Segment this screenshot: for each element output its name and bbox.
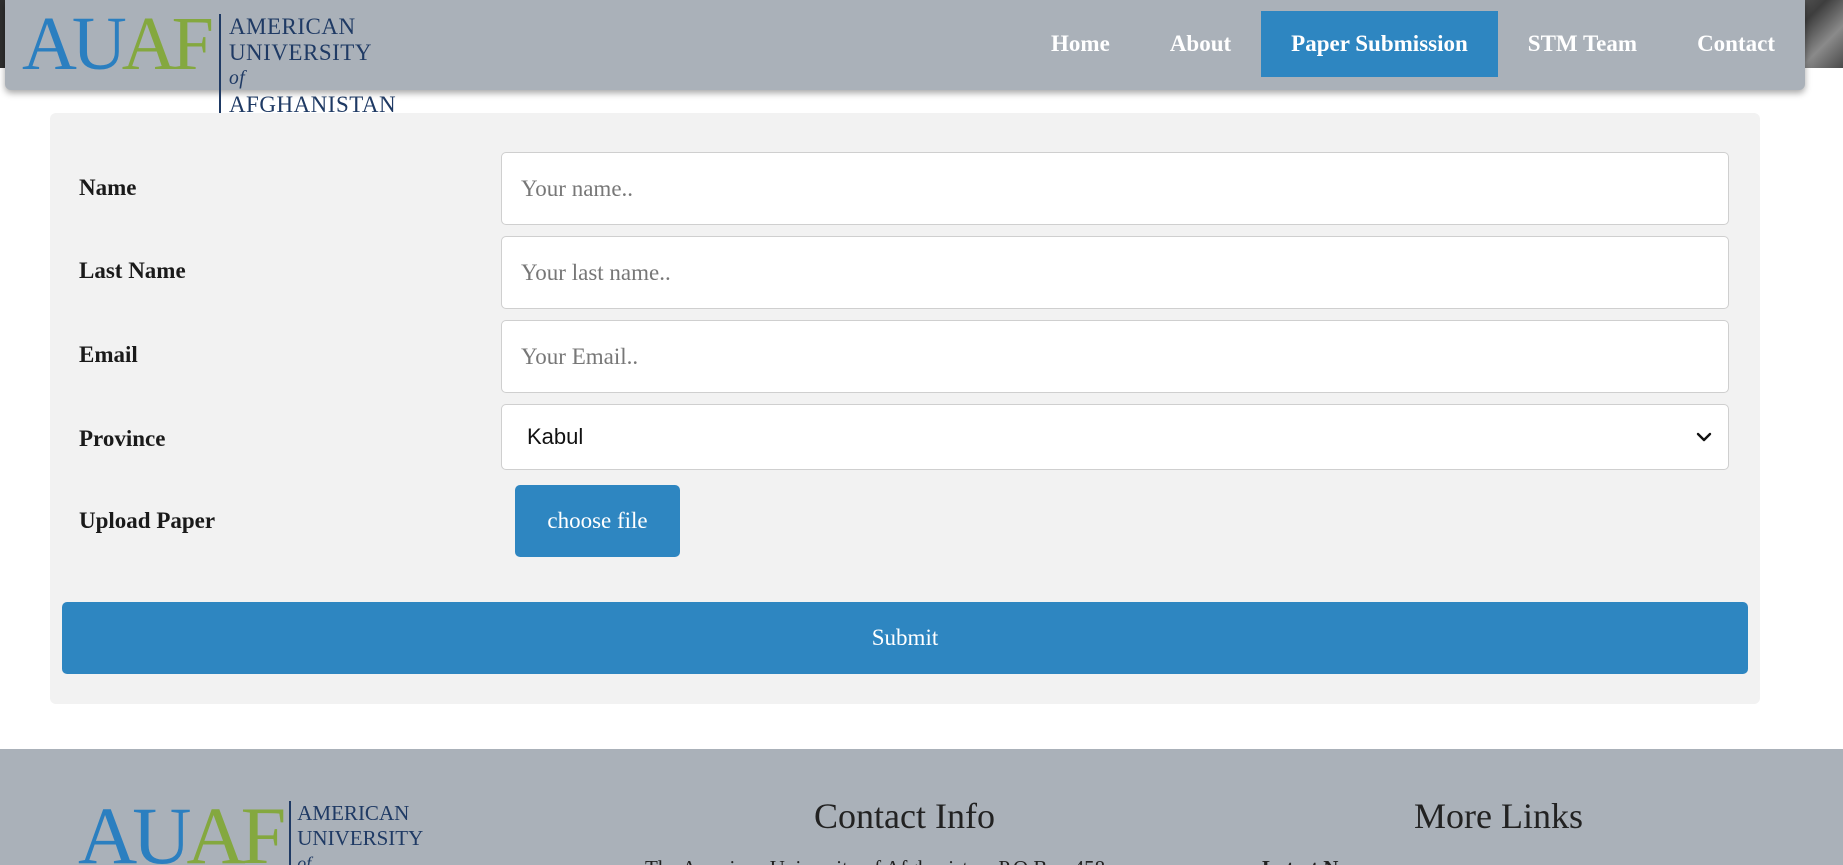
nav-links: Home About Paper Submission STM Team Con…	[1021, 11, 1805, 77]
nav-paper-submission[interactable]: Paper Submission	[1261, 11, 1498, 77]
latest-news-link[interactable]: Latest News	[1262, 856, 1371, 865]
logo-mark: AUAF	[22, 2, 214, 86]
province-select[interactable]: Kabul	[501, 404, 1729, 470]
province-label: Province	[79, 426, 166, 451]
email-label: Email	[79, 342, 138, 367]
submission-form: Name Last Name Email Province Kabul Uplo…	[50, 113, 1760, 704]
name-input[interactable]	[501, 152, 1729, 225]
upload-paper-label: Upload Paper	[79, 508, 216, 533]
auaf-logo[interactable]: AUAF AMERICAN UNIVERSITY of AFGHANISTAN	[22, 6, 396, 118]
choose-file-button[interactable]: choose file	[515, 485, 680, 557]
nav-home[interactable]: Home	[1021, 11, 1140, 77]
last-name-input[interactable]	[501, 236, 1729, 309]
more-links-heading: More Links	[1414, 796, 1583, 836]
nav-stm-team[interactable]: STM Team	[1498, 11, 1667, 77]
email-input[interactable]	[501, 320, 1729, 393]
province-selected-value: Kabul	[527, 424, 584, 449]
footer-logo-wordmark: AMERICAN UNIVERSITY of AFGHANISTAN	[289, 801, 445, 865]
footer-auaf-logo: AUAF AMERICAN UNIVERSITY of AFGHANISTAN	[78, 795, 445, 865]
submit-button[interactable]: Submit	[62, 602, 1748, 674]
contact-address: The American University of Afghanistan, …	[645, 856, 1105, 865]
last-name-label: Last Name	[79, 258, 186, 283]
nav-about[interactable]: About	[1140, 11, 1261, 77]
chevron-down-icon	[1696, 432, 1712, 442]
name-label: Name	[79, 175, 137, 200]
logo-wordmark: AMERICAN UNIVERSITY of AFGHANISTAN	[218, 14, 396, 118]
contact-info-heading: Contact Info	[814, 796, 995, 836]
footer-logo-mark: AUAF	[78, 790, 286, 865]
footer: AUAF AMERICAN UNIVERSITY of AFGHANISTAN …	[0, 749, 1843, 865]
nav-contact[interactable]: Contact	[1667, 11, 1805, 77]
navbar: AUAF AMERICAN UNIVERSITY of AFGHANISTAN …	[5, 0, 1805, 118]
